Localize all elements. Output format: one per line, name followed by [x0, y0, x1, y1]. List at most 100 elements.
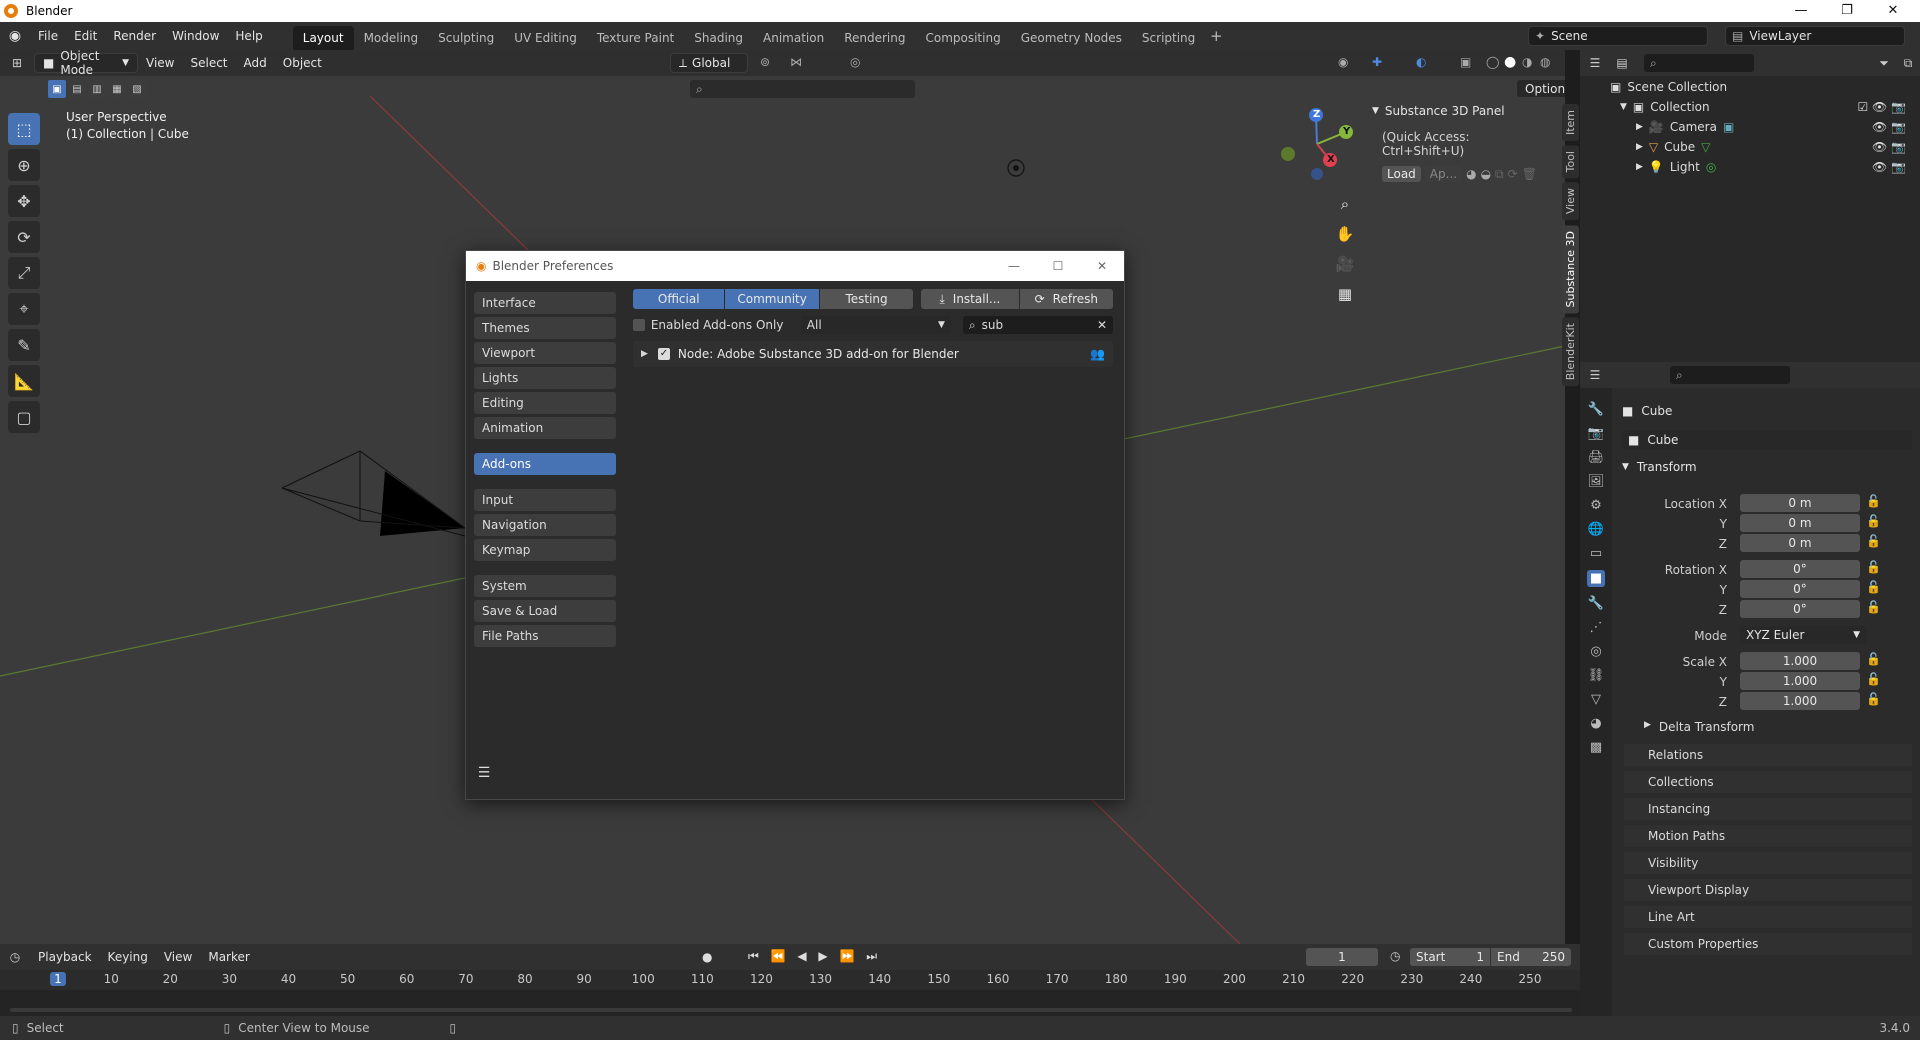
blender-menu-icon[interactable]: ◉: [0, 28, 30, 44]
timeline-editor-icon[interactable]: ◷: [0, 950, 30, 964]
prefs-category-interface[interactable]: Interface: [474, 292, 616, 314]
prefs-category-keymap[interactable]: Keymap: [474, 539, 616, 561]
prefs-category-lights[interactable]: Lights: [474, 367, 616, 389]
addon-search-input[interactable]: ⌕ sub ✕: [962, 316, 1114, 334]
display-mode-icon[interactable]: ▤: [1610, 56, 1634, 70]
lock-icon[interactable]: 🔓: [1866, 560, 1881, 574]
menu-keying[interactable]: Keying: [100, 947, 156, 967]
location-x-field[interactable]: 0 m: [1740, 494, 1860, 512]
prefs-category-viewport[interactable]: Viewport: [474, 342, 616, 364]
substance-load-button[interactable]: Load: [1382, 166, 1421, 182]
lock-icon[interactable]: 🔓: [1866, 580, 1881, 594]
tab-scripting[interactable]: Scripting: [1132, 26, 1205, 50]
scene-selector[interactable]: ✦ Scene: [1528, 26, 1708, 46]
prefs-close-icon[interactable]: ✕: [1080, 259, 1124, 273]
material-shading-icon[interactable]: ◑: [1522, 55, 1532, 69]
sidebar-tab-blenderkit[interactable]: BlenderKit: [1562, 317, 1579, 387]
lock-icon[interactable]: 🔓: [1866, 672, 1881, 686]
mode-dropdown[interactable]: ■ Object Mode ▼: [34, 49, 138, 77]
menu-view[interactable]: View: [138, 53, 182, 73]
addon-enabled-checkbox[interactable]: ✓: [657, 348, 670, 360]
menu-render[interactable]: Render: [105, 22, 164, 50]
tab-official[interactable]: Official: [633, 289, 725, 309]
outliner-editor-icon[interactable]: ☰: [1580, 56, 1610, 70]
prefs-category-file-paths[interactable]: File Paths: [474, 625, 616, 647]
outliner-item-light[interactable]: ▶ 💡 Light ◎ 👁 📷: [1636, 160, 1920, 174]
menu-playback[interactable]: Playback: [30, 947, 100, 967]
texture-tab-icon[interactable]: ▩: [1590, 740, 1602, 755]
expand-triangle-icon[interactable]: ▶: [641, 349, 648, 359]
scale-y-field[interactable]: 1.000: [1740, 672, 1860, 690]
prefs-minimize-icon[interactable]: —: [992, 259, 1036, 273]
restore-button[interactable]: ❐: [1824, 0, 1870, 22]
frame-ruler[interactable]: 1 10 20 30 40 50 60 70 80 90 100 110 120 130 140 150 160…: [0, 970, 1580, 990]
tab-texture-paint[interactable]: Texture Paint: [587, 26, 684, 50]
tab-animation[interactable]: Animation: [753, 26, 834, 50]
expand-triangle-icon[interactable]: ▶: [1636, 122, 1643, 132]
transform-icon[interactable]: ⌖: [8, 293, 40, 325]
cube-visibility-icons[interactable]: 👁 📷: [1872, 140, 1906, 154]
prefs-category-editing[interactable]: Editing: [474, 392, 616, 414]
viewport-search-input[interactable]: ⌕: [690, 80, 915, 98]
add-workspace-icon[interactable]: +: [1205, 27, 1227, 45]
substance-apply-button[interactable]: Ap...: [1424, 166, 1463, 182]
menu-object[interactable]: Object: [275, 53, 330, 73]
transform-panel-header[interactable]: ▼ Transform: [1622, 456, 1912, 478]
cursor-icon[interactable]: ⊕: [8, 149, 40, 181]
playback-controls[interactable]: ⏮ ⏪ ◀ ▶ ⏩ ⏭: [748, 949, 881, 964]
zoom-icon[interactable]: ⌕: [1333, 192, 1357, 216]
outliner-collection[interactable]: ▼ ▣ Collection ☑ 👁 📷: [1620, 100, 1920, 114]
sidebar-tab-tool[interactable]: Tool: [1562, 145, 1579, 179]
panel-custom-properties[interactable]: Custom Properties: [1624, 933, 1912, 955]
prefs-maximize-icon[interactable]: ☐: [1036, 259, 1080, 273]
render-tab-icon[interactable]: 📷: [1588, 426, 1604, 441]
panel-line-art[interactable]: Line Art: [1624, 906, 1912, 928]
tab-rendering[interactable]: Rendering: [834, 26, 915, 50]
preferences-titlebar[interactable]: ◉ Blender Preferences — ☐ ✕: [466, 251, 1124, 281]
transform-orientation-dropdown[interactable]: ⟂ Global: [670, 53, 748, 73]
wireframe-shading-icon[interactable]: ◯: [1486, 55, 1499, 69]
select-intersect-icon[interactable]: ▧: [128, 80, 146, 98]
menu-marker[interactable]: Marker: [200, 947, 257, 967]
panel-relations[interactable]: Relations: [1624, 744, 1912, 766]
select-subtract-icon[interactable]: ▥: [88, 80, 106, 98]
lock-icon[interactable]: 🔓: [1866, 600, 1881, 614]
expand-triangle-icon[interactable]: ▶: [1636, 162, 1643, 172]
substance-panel-header[interactable]: ▼ Substance 3D Panel: [1372, 102, 1555, 120]
menu-file[interactable]: File: [30, 22, 66, 50]
select-extend-icon[interactable]: ▤: [68, 80, 86, 98]
end-frame-field[interactable]: End 250: [1491, 948, 1571, 966]
refresh-button[interactable]: ⟳ Refresh: [1019, 289, 1114, 309]
tab-shading[interactable]: Shading: [684, 26, 753, 50]
prefs-category-animation[interactable]: Animation: [474, 417, 616, 439]
menu-select[interactable]: Select: [182, 53, 235, 73]
properties-search-input[interactable]: ⌕: [1670, 366, 1790, 384]
addon-row[interactable]: ▶ ✓ Node: Adobe Substance 3D add-on for …: [633, 341, 1113, 367]
scale-icon[interactable]: ⤢: [8, 257, 40, 289]
snap-icon[interactable]: ⋈: [790, 55, 802, 69]
menu-timeline-view[interactable]: View: [156, 947, 200, 967]
location-y-field[interactable]: 0 m: [1740, 514, 1860, 532]
perspective-grid-icon[interactable]: ▦: [1333, 282, 1357, 306]
substance-material-icon[interactable]: ◕: [1466, 167, 1476, 181]
lock-icon[interactable]: 🔓: [1866, 494, 1881, 508]
prefs-category-addons[interactable]: Add-ons: [474, 453, 616, 475]
move-icon[interactable]: ✥: [8, 185, 40, 217]
tool-tab-icon[interactable]: 🔧: [1588, 402, 1604, 417]
view-layer-tab-icon[interactable]: 🖼: [1588, 474, 1605, 489]
proportional-edit-icon[interactable]: ◎: [850, 55, 860, 69]
xray-icon[interactable]: ▣: [1460, 55, 1471, 69]
tab-layout[interactable]: Layout: [292, 26, 354, 50]
rendered-shading-icon[interactable]: ◍: [1540, 55, 1550, 69]
outliner-item-cube[interactable]: ▶ ▽ Cube ▽ 👁 📷: [1636, 140, 1920, 154]
pan-hand-icon[interactable]: ✋: [1333, 222, 1357, 246]
filter-icon[interactable]: ⏷: [1872, 56, 1896, 71]
sidebar-tab-item[interactable]: Item: [1562, 104, 1579, 142]
substance-sphere-icon[interactable]: ◒: [1481, 167, 1491, 181]
prefs-category-input[interactable]: Input: [474, 489, 616, 511]
scale-x-field[interactable]: 1.000: [1740, 652, 1860, 670]
rotation-z-field[interactable]: 0°: [1740, 600, 1860, 618]
tab-uv-editing[interactable]: UV Editing: [504, 26, 587, 50]
camera-visibility-icons[interactable]: 👁 📷: [1872, 120, 1906, 134]
tab-testing[interactable]: Testing: [819, 289, 914, 309]
